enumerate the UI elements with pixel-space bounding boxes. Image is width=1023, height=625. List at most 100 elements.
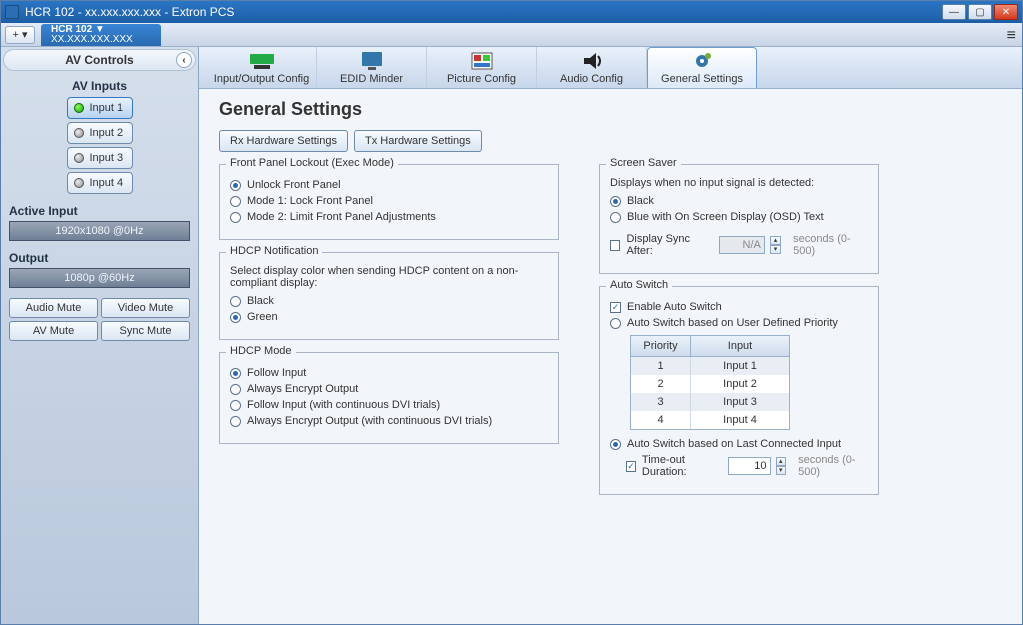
hdcpm-follow-radio[interactable] <box>230 368 241 379</box>
av-mute-button[interactable]: AV Mute <box>9 321 98 341</box>
timeout-input[interactable]: 10 <box>728 457 771 475</box>
device-tab-name: HCR 102 ▼ <box>51 25 151 35</box>
ss-blue-osd-radio[interactable] <box>610 212 621 223</box>
document-tab-bar: + ▾ HCR 102 ▼ XX.XXX.XXX.XXX ≡ <box>1 23 1022 47</box>
config-tab-strip: Input/Output Config EDID Minder Picture … <box>199 47 1022 89</box>
spin-up-icon[interactable]: ▴ <box>776 457 787 466</box>
av-inputs-label: AV Inputs <box>1 79 198 93</box>
hdcpm-follow-dvi-radio[interactable] <box>230 400 241 411</box>
window-title: HCR 102 - xx.xxx.xxx.xxx - Extron PCS <box>25 5 942 19</box>
table-row[interactable]: 4Input 4 <box>631 411 789 429</box>
content-area: General Settings Rx Hardware Settings Tx… <box>199 89 1022 624</box>
device-tab[interactable]: HCR 102 ▼ XX.XXX.XXX.XXX <box>41 24 161 46</box>
spin-down-icon[interactable]: ▾ <box>776 466 787 475</box>
tab-audio-config[interactable]: Audio Config <box>537 47 647 88</box>
checkbox-label: Display Sync After: <box>626 233 713 257</box>
status-dot-icon <box>74 128 84 138</box>
table-row[interactable]: 3Input 3 <box>631 393 789 411</box>
mode1-radio[interactable] <box>230 196 241 207</box>
tx-hardware-settings-button[interactable]: Tx Hardware Settings <box>354 130 482 152</box>
collapse-icon[interactable]: ‹ <box>176 52 192 68</box>
input-label: Input 2 <box>90 127 124 139</box>
tab-edid-minder[interactable]: EDID Minder <box>317 47 427 88</box>
mode2-radio[interactable] <box>230 212 241 223</box>
radio-label: Black <box>627 195 654 207</box>
sidebar-header: AV Controls ‹ <box>3 49 196 71</box>
active-input-value: 1920x1080 @0Hz <box>9 221 190 241</box>
enable-auto-switch-checkbox[interactable] <box>610 302 621 313</box>
hdcp-green-radio[interactable] <box>230 312 241 323</box>
spin-up-icon: ▴ <box>770 236 781 245</box>
output-value: 1080p @60Hz <box>9 268 190 288</box>
rx-hardware-settings-button[interactable]: Rx Hardware Settings <box>219 130 348 152</box>
display-sync-value: N/A <box>719 236 764 254</box>
tab-label: Picture Config <box>447 73 516 85</box>
group-legend: HDCP Notification <box>226 245 322 257</box>
table-row[interactable]: 1Input 1 <box>631 357 789 375</box>
add-device-button[interactable]: + ▾ <box>5 26 35 44</box>
tab-io-config[interactable]: Input/Output Config <box>207 47 317 88</box>
front-panel-lockout-group: Front Panel Lockout (Exec Mode) Unlock F… <box>219 164 559 240</box>
app-icon <box>5 5 19 19</box>
minimize-button[interactable]: — <box>942 4 966 20</box>
as-last-connected-radio[interactable] <box>610 439 621 450</box>
gear-icon <box>688 50 716 72</box>
video-mute-button[interactable]: Video Mute <box>101 298 190 318</box>
hdcp-notification-group: HDCP Notification Select display color w… <box>219 252 559 340</box>
ss-black-radio[interactable] <box>610 196 621 207</box>
priority-table: PriorityInput 1Input 1 2Input 2 3Input 3… <box>630 335 790 430</box>
sidebar-title: AV Controls <box>65 53 133 67</box>
output-label: Output <box>9 251 190 265</box>
tab-label: EDID Minder <box>340 73 403 85</box>
radio-label: Auto Switch based on User Defined Priori… <box>627 317 838 329</box>
auto-switch-group: Auto Switch Enable Auto Switch Auto Swit… <box>599 286 879 495</box>
checkbox-label: Enable Auto Switch <box>627 301 722 313</box>
radio-label: Follow Input (with continuous DVI trials… <box>247 399 440 411</box>
screen-saver-note: Displays when no input signal is detecte… <box>610 177 868 189</box>
checkbox-label: Time-out Duration: <box>642 454 722 478</box>
timeout-duration-checkbox[interactable] <box>626 461 636 472</box>
status-dot-icon <box>74 178 84 188</box>
input-3-button[interactable]: Input 3 <box>67 147 133 169</box>
hdcpm-always-radio[interactable] <box>230 384 241 395</box>
tab-label: Audio Config <box>560 73 623 85</box>
group-legend: HDCP Mode <box>226 345 296 357</box>
radio-label: Unlock Front Panel <box>247 179 341 191</box>
status-dot-icon <box>74 103 84 113</box>
seconds-hint: seconds (0-500) <box>798 454 868 478</box>
input-2-button[interactable]: Input 2 <box>67 122 133 144</box>
input-label: Input 4 <box>90 177 124 189</box>
tab-general-settings[interactable]: General Settings <box>647 47 757 88</box>
tab-picture-config[interactable]: Picture Config <box>427 47 537 88</box>
hdcp-black-radio[interactable] <box>230 296 241 307</box>
hdcpm-always-dvi-radio[interactable] <box>230 416 241 427</box>
app-window: HCR 102 - xx.xxx.xxx.xxx - Extron PCS — … <box>0 0 1023 625</box>
display-sync-after-checkbox[interactable] <box>610 240 620 251</box>
io-config-icon <box>248 50 276 72</box>
radio-label: Mode 2: Limit Front Panel Adjustments <box>247 211 436 223</box>
radio-label: Always Encrypt Output <box>247 383 358 395</box>
unlock-front-panel-radio[interactable] <box>230 180 241 191</box>
radio-label: Always Encrypt Output (with continuous D… <box>247 415 492 427</box>
monitor-icon <box>358 50 386 72</box>
tab-label: Input/Output Config <box>214 73 309 85</box>
input-label: Input 3 <box>90 152 124 164</box>
seconds-hint: seconds (0-500) <box>793 233 868 257</box>
radio-label: Blue with On Screen Display (OSD) Text <box>627 211 824 223</box>
audio-mute-button[interactable]: Audio Mute <box>9 298 98 318</box>
close-button[interactable]: ✕ <box>994 4 1018 20</box>
picture-icon <box>468 50 496 72</box>
table-row[interactable]: 2Input 2 <box>631 375 789 393</box>
main-panel: Input/Output Config EDID Minder Picture … <box>199 47 1022 624</box>
as-user-priority-radio[interactable] <box>610 318 621 329</box>
spin-down-icon: ▾ <box>770 245 781 254</box>
menu-icon[interactable]: ≡ <box>1007 27 1016 45</box>
input-1-button[interactable]: Input 1 <box>67 97 133 119</box>
input-4-button[interactable]: Input 4 <box>67 172 133 194</box>
group-legend: Front Panel Lockout (Exec Mode) <box>226 157 398 169</box>
page-title: General Settings <box>219 99 1002 120</box>
maximize-button[interactable]: ▢ <box>968 4 992 20</box>
sync-mute-button[interactable]: Sync Mute <box>101 321 190 341</box>
titlebar: HCR 102 - xx.xxx.xxx.xxx - Extron PCS — … <box>1 1 1022 23</box>
speaker-icon <box>578 50 606 72</box>
